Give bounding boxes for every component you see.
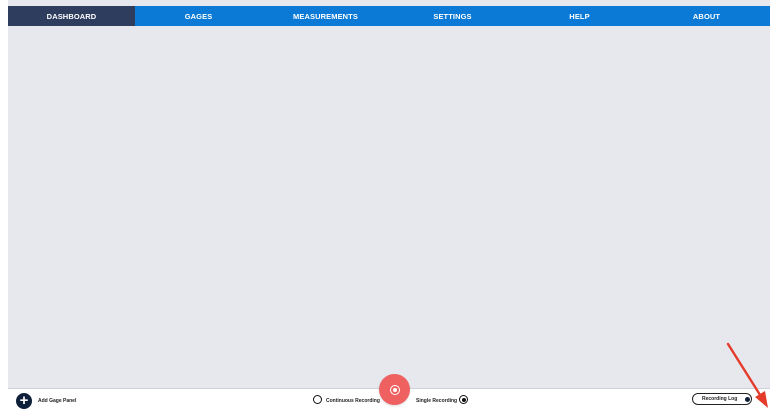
record-icon <box>389 384 400 395</box>
add-gage-panel-label: Add Gage Panel <box>38 398 77 404</box>
tab-gages[interactable]: GAGES <box>135 6 262 26</box>
record-button[interactable] <box>379 374 410 405</box>
tab-dashboard[interactable]: DASHBOARD <box>8 6 135 26</box>
continuous-recording-radio[interactable] <box>313 395 322 404</box>
tab-settings[interactable]: SETTINGS <box>389 6 516 26</box>
continuous-recording-label: Continuous Recording <box>326 398 380 404</box>
app-window: DASHBOARD GAGES MEASUREMENTS SETTINGS HE… <box>8 0 770 411</box>
plus-icon: + <box>19 392 29 409</box>
tab-measurements[interactable]: MEASUREMENTS <box>262 6 389 26</box>
dashboard-canvas <box>8 26 770 388</box>
tab-about[interactable]: ABOUT <box>643 6 770 26</box>
top-navigation: DASHBOARD GAGES MEASUREMENTS SETTINGS HE… <box>8 6 770 26</box>
red-arrow-icon <box>726 342 768 408</box>
add-gage-panel-button[interactable]: + <box>16 393 32 409</box>
single-recording-label: Single Recording <box>416 398 458 404</box>
tab-help[interactable]: HELP <box>516 6 643 26</box>
single-recording-radio[interactable] <box>459 395 468 404</box>
